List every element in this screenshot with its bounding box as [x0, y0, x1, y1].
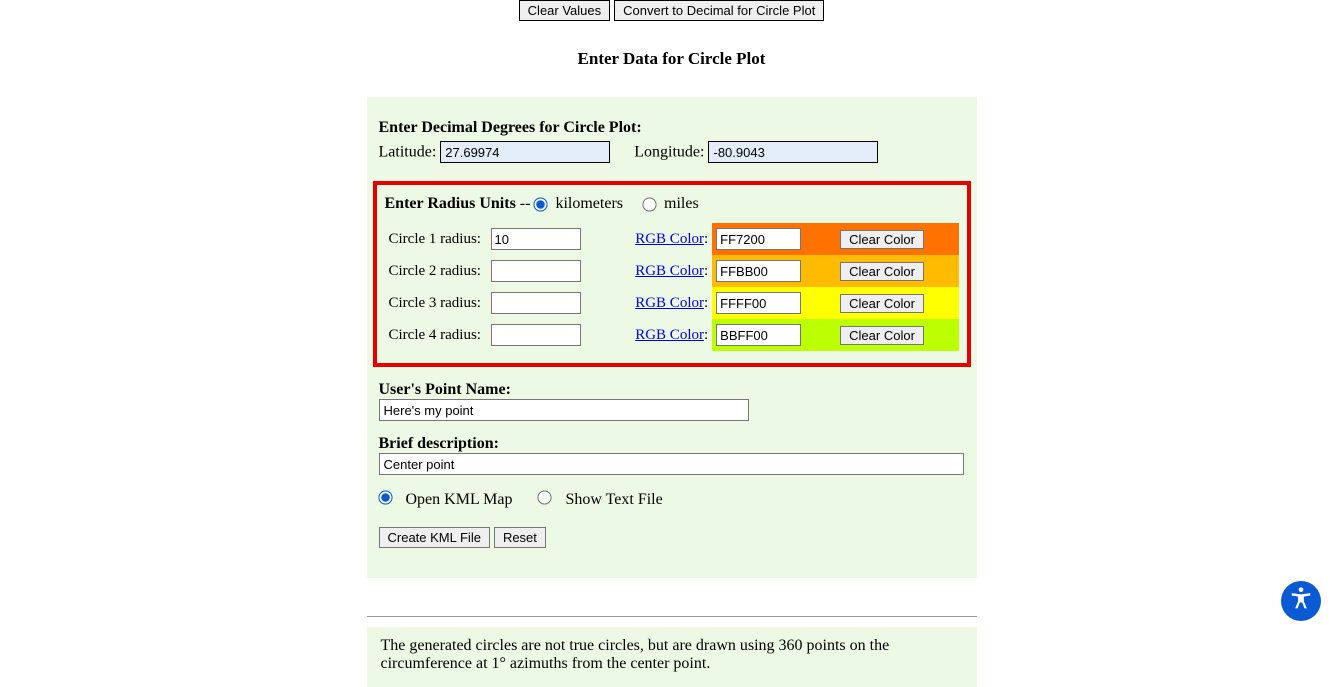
color-swatch: Clear Color — [836, 287, 958, 319]
open-kml-radio[interactable] — [378, 490, 392, 504]
longitude-input[interactable] — [708, 141, 878, 163]
decimal-degrees-heading: Enter Decimal Degrees for Circle Plot: — [379, 119, 965, 137]
clear-color-button[interactable]: Clear Color — [840, 262, 924, 281]
rgb-color-input[interactable] — [716, 292, 801, 314]
circle-plot-form: Enter Decimal Degrees for Circle Plot: L… — [367, 97, 977, 578]
circle-radius-label: Circle 1 radius: — [385, 223, 487, 255]
color-swatch — [712, 319, 836, 351]
kilometers-radio[interactable] — [534, 197, 548, 211]
radius-units-separator: -- — [516, 195, 535, 212]
rgb-color-link[interactable]: RGB Color — [635, 295, 704, 311]
miles-radio[interactable] — [642, 197, 656, 211]
show-text-radio[interactable] — [538, 490, 552, 504]
latitude-label: Latitude: — [379, 144, 437, 161]
miles-label: miles — [664, 195, 699, 212]
rgb-color-link[interactable]: RGB Color — [635, 263, 704, 279]
rgb-color-input[interactable] — [716, 228, 801, 250]
color-swatch — [712, 255, 836, 287]
circle-radius-input[interactable] — [491, 228, 581, 250]
point-name-label: User's Point Name: — [379, 381, 965, 399]
longitude-label: Longitude: — [634, 144, 704, 161]
description-label: Brief description: — [379, 435, 965, 453]
page-title: Enter Data for Circle Plot — [0, 49, 1343, 69]
circle-radius-label: Circle 4 radius: — [385, 319, 487, 351]
color-swatch: Clear Color — [836, 223, 958, 255]
circles-table: Circle 1 radius:RGB Color:Clear ColorCir… — [385, 223, 959, 351]
reset-button[interactable]: Reset — [494, 527, 546, 548]
color-swatch: Clear Color — [836, 319, 958, 351]
open-kml-label: Open KML Map — [406, 491, 513, 508]
rgb-color-input[interactable] — [716, 324, 801, 346]
circle-radius-label: Circle 2 radius: — [385, 255, 487, 287]
convert-decimal-button[interactable]: Convert to Decimal for Circle Plot — [614, 0, 824, 21]
circle-radius-label: Circle 3 radius: — [385, 287, 487, 319]
clear-color-button[interactable]: Clear Color — [840, 294, 924, 313]
note-text: The generated circles are not true circl… — [367, 627, 977, 687]
color-swatch: Clear Color — [836, 255, 958, 287]
description-input[interactable] — [379, 453, 964, 475]
kilometers-label: kilometers — [555, 195, 623, 212]
create-kml-button[interactable]: Create KML File — [379, 527, 490, 548]
rgb-color-link[interactable]: RGB Color — [635, 327, 704, 343]
clear-color-button[interactable]: Clear Color — [840, 230, 924, 249]
clear-values-button[interactable]: Clear Values — [519, 0, 610, 21]
circle-radius-input[interactable] — [491, 324, 581, 346]
table-row: Circle 4 radius:RGB Color:Clear Color — [385, 319, 959, 351]
latitude-input[interactable] — [440, 141, 610, 163]
circle-radius-input[interactable] — [491, 292, 581, 314]
divider — [367, 616, 977, 617]
circle-radius-input[interactable] — [491, 260, 581, 282]
rgb-color-input[interactable] — [716, 260, 801, 282]
table-row: Circle 1 radius:RGB Color:Clear Color — [385, 223, 959, 255]
rgb-color-link[interactable]: RGB Color — [635, 231, 704, 247]
color-swatch — [712, 287, 836, 319]
table-row: Circle 3 radius:RGB Color:Clear Color — [385, 287, 959, 319]
accessibility-icon — [1287, 585, 1315, 618]
show-text-label: Show Text File — [565, 491, 662, 508]
color-swatch — [712, 223, 836, 255]
clear-color-button[interactable]: Clear Color — [840, 326, 924, 345]
radius-units-heading: Enter Radius Units — [385, 195, 516, 212]
accessibility-button[interactable] — [1281, 581, 1321, 621]
radius-section-highlight: Enter Radius Units -- kilometers miles C… — [373, 181, 971, 367]
point-name-input[interactable] — [379, 399, 749, 421]
table-row: Circle 2 radius:RGB Color:Clear Color — [385, 255, 959, 287]
